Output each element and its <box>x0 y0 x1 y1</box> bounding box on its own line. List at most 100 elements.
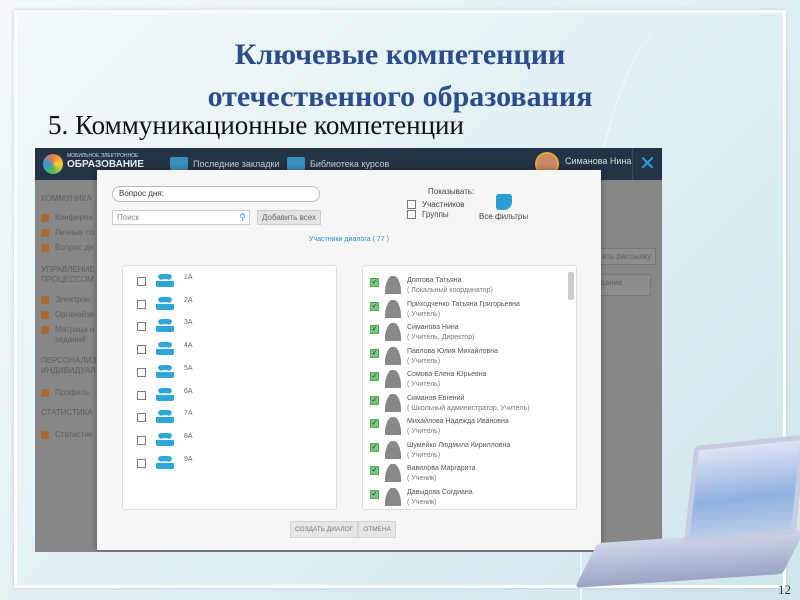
group-label: 6А <box>184 387 193 395</box>
members-list: ✓ Долгова Татьяна ( Локальный координатор)… <box>362 265 577 510</box>
sidebar-section: ПРОЦЕССОМ <box>41 275 94 284</box>
checkbox-checked[interactable]: ✓ <box>370 419 379 428</box>
book-icon <box>170 157 188 170</box>
laptop-illustration <box>574 434 800 590</box>
sidebar-item[interactable]: Профиль <box>41 388 103 397</box>
task-button[interactable]: дание <box>595 274 651 296</box>
sidebar-item[interactable]: Матрица н <box>41 325 103 334</box>
member-item[interactable]: ✓ Симанов Евгений ( Школьный администратор… <box>370 393 530 414</box>
group-item[interactable]: 2А <box>137 296 193 310</box>
checkbox[interactable] <box>407 200 416 209</box>
checkbox[interactable] <box>137 322 146 332</box>
slide-subtitle: 5. Коммуникационные компетенции <box>48 110 464 140</box>
all-filters-button[interactable]: Все фильтры <box>479 194 528 221</box>
sidebar-item[interactable]: Личные со <box>41 228 103 237</box>
group-icon <box>156 364 174 378</box>
member-name: Вавилова Маргарита <box>407 465 476 472</box>
create-dialog-button[interactable]: СОЗДАТЬ ДИАЛОГ <box>290 521 359 538</box>
sidebar-item[interactable]: Статистик <box>41 430 103 439</box>
member-item[interactable]: ✓ Вавилова Маргарита ( Ученик) <box>370 464 476 484</box>
checkbox[interactable] <box>137 413 146 423</box>
user-avatar-icon <box>385 323 401 341</box>
members-link[interactable]: Участники диалога ( 77 ) <box>97 236 601 243</box>
group-icon <box>156 319 174 333</box>
member-item[interactable]: ✓ Долгова Татьяна ( Локальный координатор) <box>370 276 493 296</box>
group-item[interactable]: 6А <box>137 387 193 401</box>
group-item[interactable]: 1А <box>137 274 193 287</box>
group-label: 1А <box>184 274 193 281</box>
group-icon <box>156 410 174 424</box>
cancel-button[interactable]: ОТМЕНА <box>358 521 397 538</box>
checkbox[interactable] <box>137 299 146 309</box>
checkbox-checked[interactable]: ✓ <box>370 372 379 381</box>
filter-groups[interactable]: Группы <box>407 210 449 219</box>
group-icon <box>156 387 174 401</box>
checkbox[interactable] <box>137 458 146 468</box>
member-role: ( Учитель) <box>407 428 441 435</box>
checkbox-checked[interactable]: ✓ <box>370 301 379 311</box>
member-item[interactable]: ✓ Шумейко Людмила Кирилловна ( Учитель) <box>370 440 511 461</box>
checkbox[interactable] <box>137 277 146 286</box>
sidebar-section: СТАТИСТИКА <box>41 408 93 417</box>
checkbox-checked[interactable]: ✓ <box>370 489 379 499</box>
user-name[interactable]: Симанова Нина <box>565 156 631 166</box>
search-icon[interactable]: ⚲ <box>239 212 246 223</box>
nav-label: Последние закладки <box>193 158 280 169</box>
member-item[interactable]: ✓ Михайлова Надежда Ивановна ( Учитель) <box>370 417 509 437</box>
checkbox[interactable] <box>407 210 416 219</box>
member-role: ( Ученик) <box>407 475 437 482</box>
group-item[interactable]: 8А <box>137 432 193 446</box>
checkbox-checked[interactable]: ✓ <box>370 442 379 452</box>
checkbox-checked[interactable]: ✓ <box>370 395 379 405</box>
member-item[interactable]: ✓ Давыдова Согдиана ( Ученик) <box>370 487 473 508</box>
sidebar-section: ПЕРСОНАЛИЗ <box>41 356 97 365</box>
logo-icon <box>43 154 63 174</box>
question-input[interactable]: Вопрос дня: <box>112 186 320 202</box>
sidebar-item[interactable]: Конферен <box>41 213 103 222</box>
group-icon <box>156 296 174 310</box>
nav-bookmarks[interactable]: Последние закладки <box>170 157 279 170</box>
sidebar-section: УПРАВЛЕНИЕ <box>41 265 95 274</box>
member-item[interactable]: ✓ Симанова Нина ( Учитель, Директор) <box>370 323 475 343</box>
checkbox-checked[interactable]: ✓ <box>370 466 379 475</box>
group-icon <box>156 274 174 287</box>
group-label: 9А <box>184 455 193 463</box>
checkbox-checked[interactable]: ✓ <box>370 278 379 287</box>
all-filters-label: Все фильтры <box>479 212 529 221</box>
search-input[interactable]: Поиск ⚲ <box>112 210 250 225</box>
page-number: 12 <box>778 582 791 597</box>
member-item[interactable]: ✓ Сомова Елена Юрьевна ( Учитель) <box>370 370 486 390</box>
user-avatar-icon <box>385 276 401 294</box>
member-role: ( Учитель) <box>407 310 441 318</box>
sidebar-item[interactable]: Органайзе <box>41 310 103 319</box>
checkbox-checked[interactable]: ✓ <box>370 325 379 334</box>
member-name: Шумейко Людмила Кирилловна <box>407 441 511 449</box>
mailing-button[interactable]: ать рассылку <box>597 248 657 265</box>
member-item[interactable]: ✓ Приходченко Татьяна Григорьевна ( Учител… <box>370 299 520 320</box>
checkbox[interactable] <box>137 435 146 445</box>
checkbox-checked[interactable]: ✓ <box>370 348 379 358</box>
add-all-button[interactable]: Добавить всех <box>257 210 322 225</box>
show-label: Показывать: <box>428 187 475 196</box>
group-item[interactable]: 5А <box>137 364 193 378</box>
close-icon[interactable]: ✕ <box>632 148 662 180</box>
dialog-actions: СОЗДАТЬ ДИАЛОГ ОТМЕНА <box>290 521 397 538</box>
group-item[interactable]: 9А <box>137 455 193 469</box>
checkbox[interactable] <box>137 367 146 377</box>
group-item[interactable]: 4А <box>137 342 193 356</box>
sidebar-item[interactable]: Вопрос дн <box>41 243 103 252</box>
member-name: Сомова Елена Юрьевна <box>407 371 487 378</box>
group-item[interactable]: 7А <box>137 410 193 424</box>
user-avatar-icon <box>385 440 401 459</box>
member-item[interactable]: ✓ Павлова Юлия Михайловна ( Учитель) <box>370 346 498 367</box>
member-role: ( Учитель) <box>407 381 441 388</box>
checkbox[interactable] <box>137 345 146 355</box>
nav-label: Библиотека курсов <box>310 158 390 169</box>
checkbox[interactable] <box>137 390 146 400</box>
scrollbar[interactable] <box>568 272 574 300</box>
option-label: Группы <box>422 210 449 219</box>
filter-members[interactable]: Участников <box>407 200 465 209</box>
group-item[interactable]: 3А <box>137 319 193 333</box>
nav-course-library[interactable]: Библиотека курсов <box>287 157 389 170</box>
sidebar-item[interactable]: Электрон <box>41 295 103 304</box>
